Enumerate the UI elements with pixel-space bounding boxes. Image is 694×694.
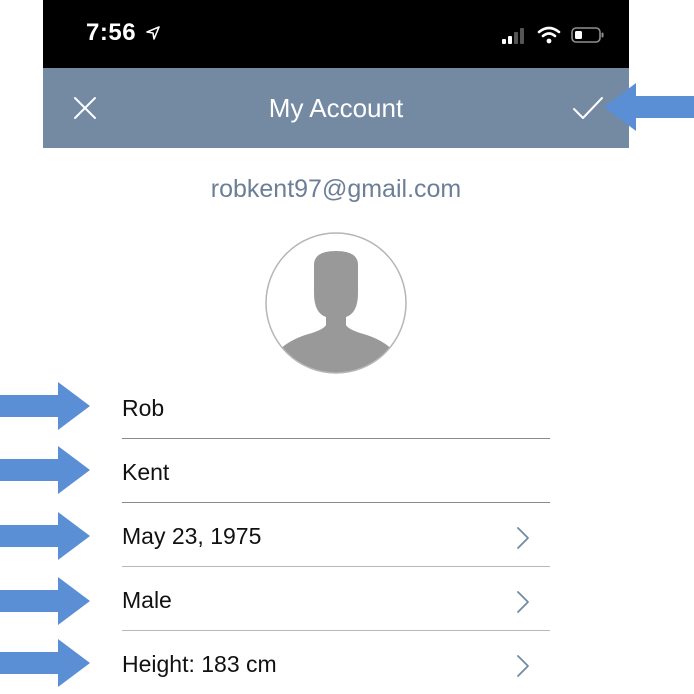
checkmark-icon[interactable] — [571, 94, 605, 122]
first-name-field[interactable]: Rob — [122, 374, 550, 439]
height-field[interactable]: Height: 183 cm — [122, 630, 550, 694]
birthdate-value: May 23, 1975 — [122, 523, 262, 549]
nav-bar: My Account — [43, 68, 629, 148]
cellular-signal-icon — [502, 28, 525, 44]
pointer-arrow-icon — [0, 446, 90, 494]
gender-field[interactable]: Male — [122, 566, 550, 631]
chevron-right-icon — [517, 655, 529, 677]
location-arrow-icon — [146, 26, 161, 40]
birthdate-field[interactable]: May 23, 1975 — [122, 502, 550, 567]
last-name-value: Kent — [122, 459, 170, 485]
avatar[interactable] — [264, 231, 408, 375]
page-title: My Account — [268, 93, 404, 123]
first-name-value: Rob — [122, 395, 165, 421]
gender-value: Male — [122, 587, 172, 613]
pointer-arrow-icon — [0, 512, 90, 560]
pointer-arrow-icon — [0, 577, 90, 625]
pointer-arrow-icon — [0, 382, 90, 430]
wifi-icon — [537, 26, 560, 44]
status-bar: 7:56 — [43, 0, 629, 68]
height-value: Height: 183 cm — [122, 651, 277, 677]
last-name-field[interactable]: Kent — [122, 438, 550, 503]
status-icons — [502, 26, 605, 46]
chevron-right-icon — [517, 527, 529, 549]
pointer-arrow-icon — [0, 639, 90, 687]
chevron-right-icon — [517, 591, 529, 613]
status-time: 7:56 — [86, 19, 137, 46]
pointer-arrow-icon — [604, 83, 694, 131]
battery-icon — [571, 27, 604, 43]
account-email: robkent97@gmail.com — [210, 175, 462, 203]
